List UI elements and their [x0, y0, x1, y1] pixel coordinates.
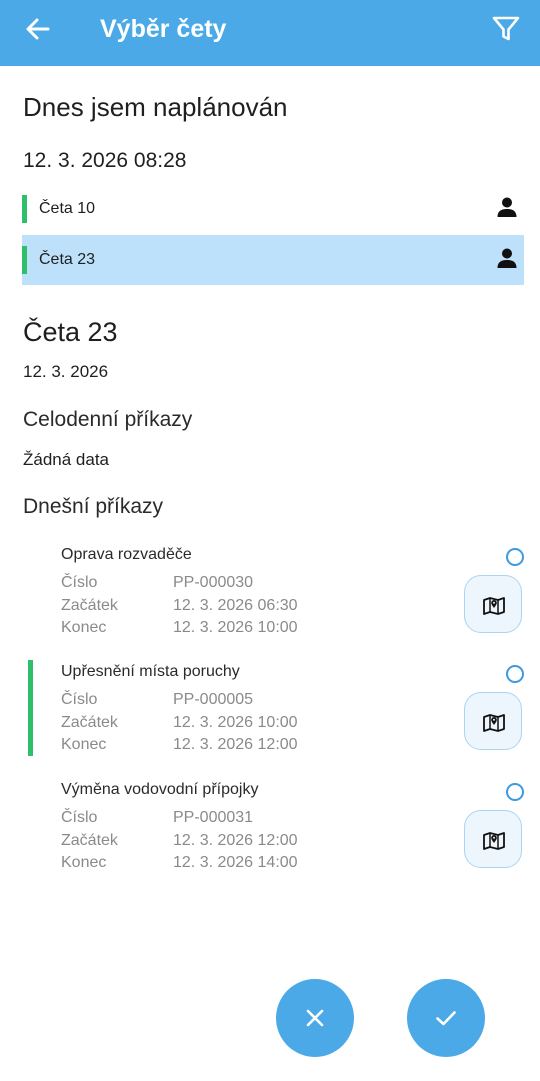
order-item: Výměna vodovodní přípojky Číslo PP-00003… [28, 780, 528, 890]
order-start-label: Začátek [61, 597, 118, 614]
confirm-button[interactable] [407, 979, 485, 1057]
show-on-map-button[interactable] [464, 810, 522, 868]
order-select-radio[interactable] [506, 548, 524, 566]
crew-label: Četa 23 [39, 251, 96, 268]
order-number: PP-000031 [173, 809, 254, 826]
crew-detail-date: 12. 3. 2026 [23, 362, 109, 381]
order-end: 12. 3. 2026 10:00 [173, 619, 298, 636]
person-icon [497, 248, 517, 268]
person-icon [497, 197, 517, 217]
current-datetime: 12. 3. 2026 08:28 [23, 149, 187, 172]
check-icon [436, 1011, 456, 1026]
map-pin-icon [483, 832, 505, 850]
crew-item-selected[interactable]: Četa 23 [22, 235, 524, 285]
back-button[interactable] [22, 13, 54, 45]
order-number: PP-000005 [173, 691, 254, 708]
arrow-left-icon [26, 18, 50, 40]
order-end: 12. 3. 2026 12:00 [173, 736, 298, 753]
crew-item[interactable]: Četa 10 [22, 184, 524, 234]
order-number-label: Číslo [61, 691, 98, 708]
order-title: Výměna vodovodní přípojky [61, 781, 259, 798]
order-item-highlighted: Upřesnění místa poruchy Číslo PP-000005 … [28, 660, 528, 772]
order-start: 12. 3. 2026 06:30 [173, 597, 298, 614]
order-start: 12. 3. 2026 10:00 [173, 714, 298, 731]
crew-status-bar [22, 195, 27, 223]
order-status-bar [28, 660, 33, 756]
order-start-label: Začátek [61, 714, 118, 731]
crew-label: Četa 10 [39, 200, 96, 217]
app-bar: Výběr čety [0, 0, 540, 66]
map-pin-icon [483, 597, 505, 615]
order-number-label: Číslo [61, 574, 98, 591]
filter-button[interactable] [490, 13, 522, 45]
order-item: Oprava rozvaděče Číslo PP-000030 Začátek… [28, 545, 528, 655]
today-orders-heading: Dnešní příkazy [23, 495, 164, 518]
order-start: 12. 3. 2026 12:00 [173, 832, 298, 849]
order-end-label: Konec [61, 619, 107, 636]
order-select-radio[interactable] [506, 665, 524, 683]
order-start-label: Začátek [61, 832, 118, 849]
order-end: 12. 3. 2026 14:00 [173, 854, 298, 871]
show-on-map-button[interactable] [464, 692, 522, 750]
order-number-label: Číslo [61, 809, 98, 826]
close-icon [306, 1009, 324, 1027]
order-title: Upřesnění místa poruchy [61, 663, 240, 680]
order-select-radio[interactable] [506, 783, 524, 801]
cancel-button[interactable] [276, 979, 354, 1057]
show-on-map-button[interactable] [464, 575, 522, 633]
allday-orders-heading: Celodenní příkazy [23, 408, 193, 431]
order-number: PP-000030 [173, 574, 254, 591]
scheduled-heading: Dnes jsem naplánován [23, 92, 288, 122]
no-data-text: Žádná data [23, 450, 110, 469]
filter-icon [492, 16, 520, 41]
page-title: Výběr čety [100, 15, 227, 43]
map-pin-icon [483, 714, 505, 732]
order-end-label: Konec [61, 736, 107, 753]
order-end-label: Konec [61, 854, 107, 871]
crew-detail-title: Četa 23 [23, 317, 118, 347]
order-title: Oprava rozvaděče [61, 546, 192, 563]
crew-status-bar [22, 246, 27, 274]
